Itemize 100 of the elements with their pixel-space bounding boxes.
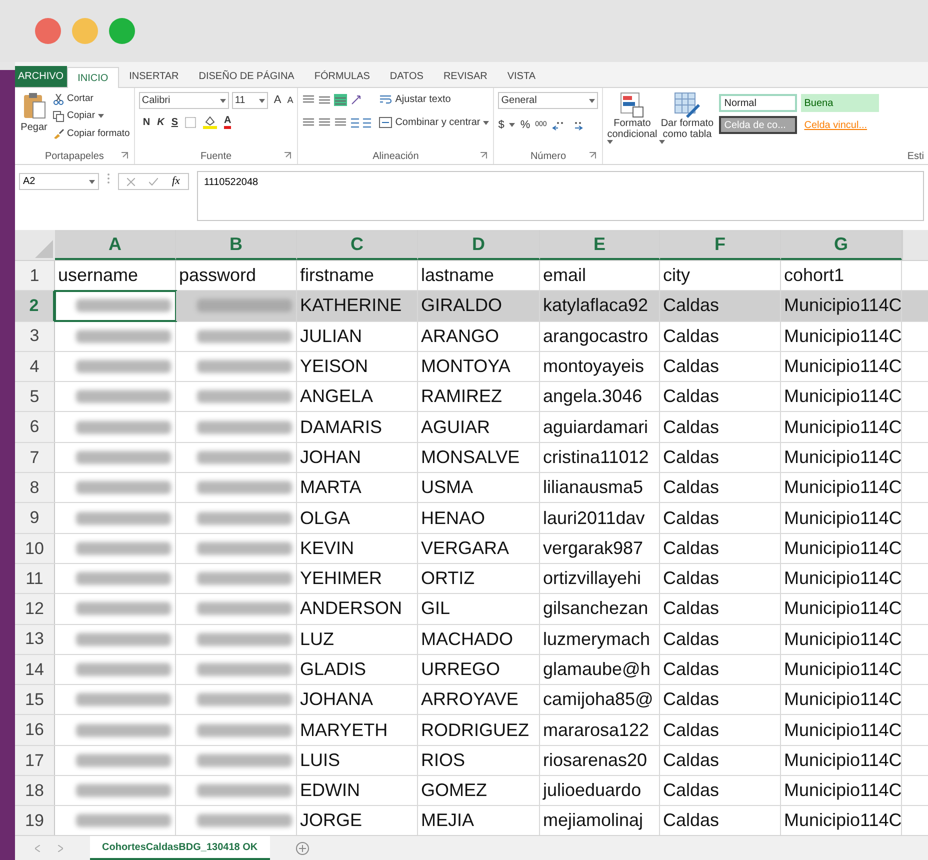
table-cell[interactable]: Caldas [660, 473, 781, 502]
ribbon-tab[interactable]: FÓRMULAS [304, 66, 380, 87]
font-color-button[interactable]: A [224, 116, 232, 129]
italic-button[interactable]: K [157, 115, 164, 130]
table-cell[interactable]: luzmerymach [540, 624, 660, 654]
table-cell[interactable]: GIL [418, 594, 540, 624]
table-cell[interactable]: vergarak987 [540, 534, 660, 563]
row-header[interactable]: 6 [15, 412, 55, 442]
row-header[interactable]: 16 [15, 715, 55, 745]
table-cell[interactable]: Caldas [660, 715, 781, 745]
underline-button[interactable]: S [171, 115, 178, 130]
align-icon[interactable] [302, 94, 316, 106]
row-header[interactable]: 14 [15, 654, 55, 684]
table-cell[interactable]: Caldas [660, 503, 781, 533]
table-cell[interactable]: gilsanchezan [540, 594, 660, 624]
ribbon-tab[interactable]: INICIO [66, 67, 120, 88]
column-header[interactable]: E [540, 230, 660, 260]
sheet-tab[interactable]: CohortesCaldasBDG_130418 OK [90, 836, 270, 860]
table-cell[interactable]: DAMARIS [297, 412, 418, 442]
table-cell[interactable]: ORTIZ [418, 564, 540, 594]
number-format-dropdown[interactable]: General [498, 92, 598, 109]
table-cell[interactable]: Caldas [660, 352, 781, 382]
table-cell[interactable]: MONTOYA [418, 352, 540, 382]
table-cell[interactable]: OLGA [297, 503, 418, 533]
table-cell[interactable]: lauri2011dav [540, 503, 660, 533]
table-cell[interactable]: katylaflaca92 [540, 291, 660, 321]
font-name-dropdown[interactable]: Calibri [138, 92, 229, 109]
table-cell[interactable]: arangocastro [540, 322, 660, 351]
column-header[interactable]: B [176, 230, 297, 260]
table-cell[interactable]: mararosa122 [540, 715, 660, 745]
align-icon[interactable] [334, 116, 348, 128]
row-header[interactable]: 18 [15, 776, 55, 806]
table-cell[interactable]: camijoha85@ [540, 685, 660, 714]
table-cell[interactable]: RODRIGUEZ [418, 715, 540, 745]
align-icon[interactable] [318, 116, 332, 128]
dialog-launcher-icon[interactable] [589, 152, 596, 159]
table-cell[interactable]: Caldas [660, 746, 781, 776]
table-cell[interactable]: ANDERSON [297, 594, 418, 624]
table-cell[interactable]: Caldas [660, 564, 781, 594]
ribbon-tab[interactable]: ARCHIVO [15, 66, 67, 87]
cell-style[interactable]: Buena [801, 94, 880, 112]
table-cell[interactable]: JULIAN [297, 322, 418, 351]
row-header[interactable]: 2 [15, 291, 55, 321]
table-cell[interactable]: city [660, 261, 781, 290]
table-cell[interactable]: JOHANA [297, 685, 418, 714]
row-header[interactable]: 4 [15, 352, 55, 382]
table-cell[interactable]: cristina11012 [540, 442, 660, 472]
table-cell[interactable]: URREGO [418, 654, 540, 684]
table-cell[interactable]: HENAO [418, 503, 540, 533]
table-cell[interactable]: ANGELA [297, 382, 418, 412]
formula-input[interactable]: 1110522048 [196, 171, 924, 221]
check-icon[interactable] [149, 178, 158, 186]
table-cell[interactable]: aguiardamari [540, 412, 660, 442]
table-cell[interactable]: Caldas [660, 442, 781, 472]
table-cell[interactable]: email [540, 261, 660, 290]
column-header[interactable]: A [55, 230, 176, 260]
caret-icon[interactable] [89, 180, 95, 184]
caret-icon[interactable] [220, 98, 226, 102]
merge-center-button[interactable]: Combinar y centrar [379, 115, 490, 130]
table-cell[interactable]: Caldas [660, 534, 781, 563]
table-cell[interactable]: password [176, 261, 297, 290]
row-header[interactable]: 11 [15, 564, 55, 594]
dialog-launcher-icon[interactable] [284, 152, 292, 159]
copy-button[interactable]: Copiar [53, 109, 130, 124]
ribbon-tab[interactable]: DATOS [380, 66, 434, 87]
insert-function-button[interactable]: fx [172, 173, 180, 190]
table-cell[interactable]: Caldas [660, 382, 781, 412]
table-cell[interactable]: Municipio114C [781, 291, 902, 321]
table-cell[interactable]: KEVIN [297, 534, 418, 563]
table-cell[interactable]: Caldas [660, 291, 781, 321]
table-cell[interactable]: KATHERINE [297, 291, 418, 321]
table-cell[interactable]: lastname [418, 261, 540, 290]
grow-font-button[interactable]: A [274, 92, 282, 109]
table-cell[interactable]: VERGARA [418, 534, 540, 563]
table-cell[interactable]: ARANGO [418, 322, 540, 351]
add-sheet-icon[interactable] [296, 842, 309, 854]
table-cell[interactable]: EDWIN [297, 776, 418, 806]
row-header[interactable]: 9 [15, 503, 55, 533]
wrap-text-button[interactable]: Ajustar texto [379, 92, 451, 107]
ribbon-tab[interactable]: INSERTAR [119, 66, 189, 87]
cell-style[interactable]: Normal [719, 94, 798, 112]
ribbon-tab[interactable]: VISTA [497, 66, 546, 87]
caret-icon[interactable] [589, 98, 596, 102]
table-cell[interactable]: MARTA [297, 473, 418, 502]
name-box[interactable]: A2 [19, 173, 99, 190]
table-cell[interactable]: GIRALDO [418, 291, 540, 321]
align-icon[interactable] [318, 94, 332, 106]
caret-icon[interactable] [659, 140, 666, 144]
cut-button[interactable]: Cortar [53, 92, 130, 106]
table-cell[interactable]: MONSALVE [418, 442, 540, 472]
increase-decimal-icon[interactable] [552, 120, 565, 131]
fill-color-icon[interactable] [202, 116, 217, 129]
font-size-dropdown[interactable]: 11 [232, 92, 268, 109]
table-cell[interactable]: firstname [297, 261, 418, 290]
table-cell[interactable] [902, 291, 928, 321]
dialog-launcher-icon[interactable] [120, 152, 128, 159]
column-header[interactable]: D [418, 230, 540, 260]
ribbon-tab[interactable]: REVISAR [433, 66, 498, 87]
row-header[interactable]: 7 [15, 442, 55, 472]
table-cell[interactable]: YEISON [297, 352, 418, 382]
